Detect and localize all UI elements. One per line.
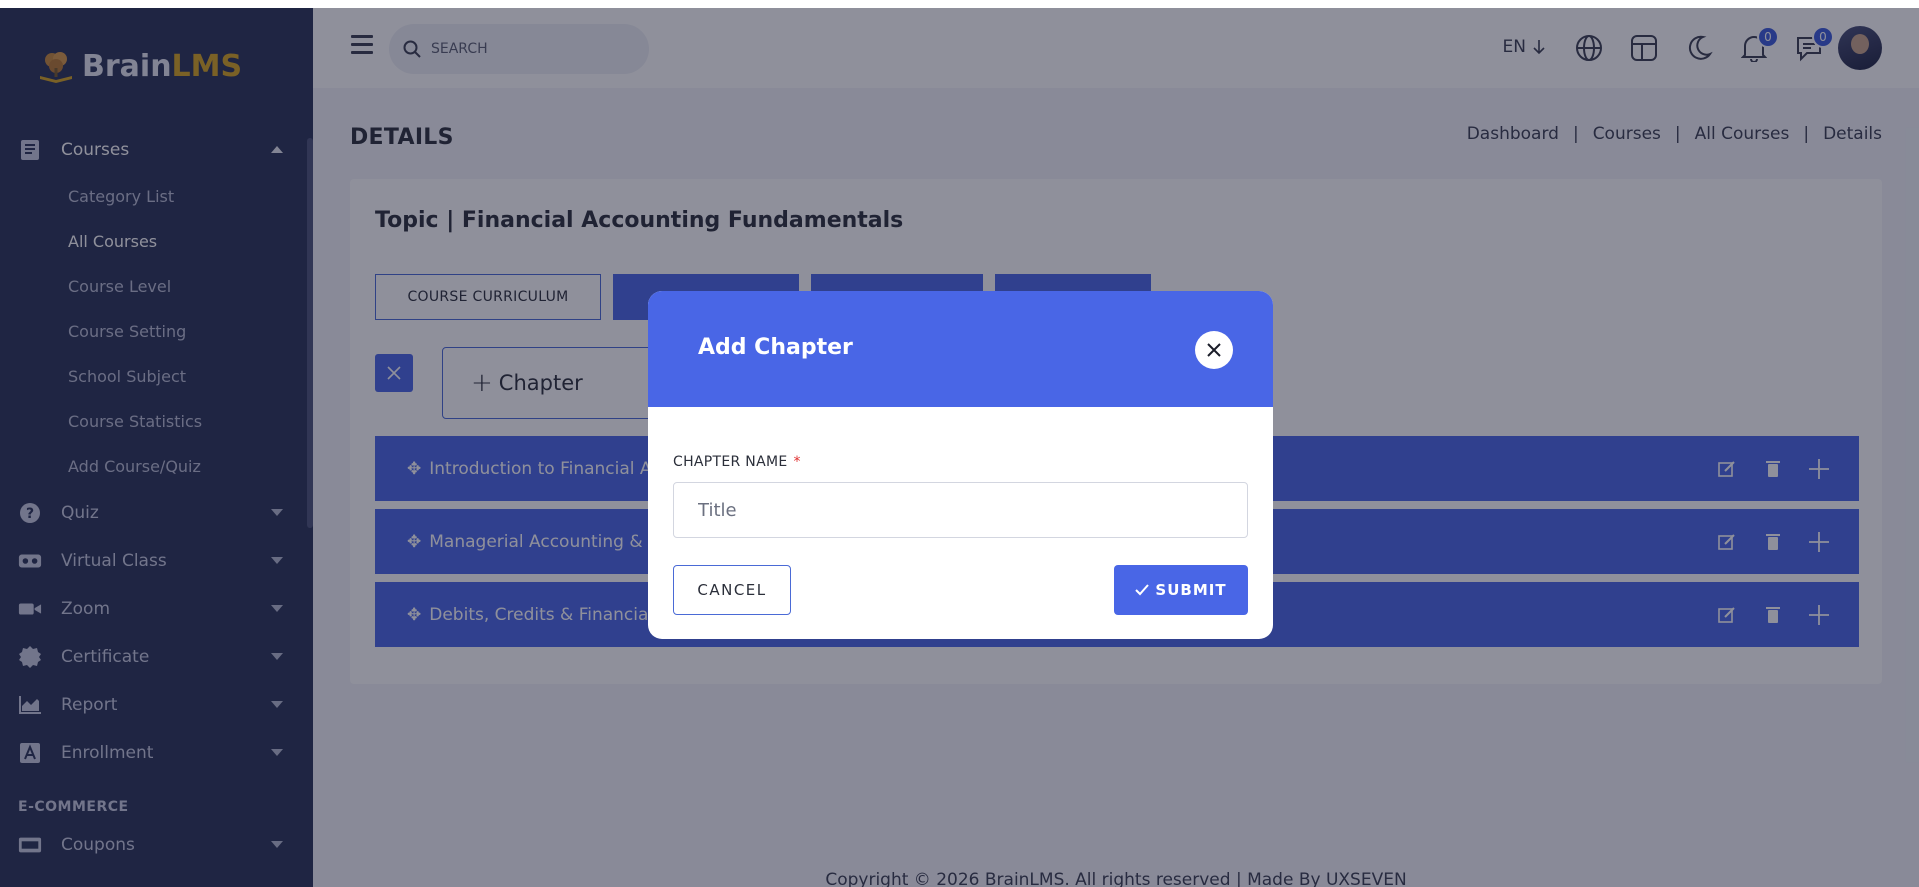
chapter-name-label: CHAPTER NAME *	[673, 454, 801, 470]
submit-button[interactable]: SUBMIT	[1114, 565, 1248, 615]
add-chapter-modal: Add Chapter CHAPTER NAME* CANCEL SUBMIT	[648, 291, 1273, 639]
cancel-button[interactable]: CANCEL	[673, 565, 791, 615]
close-icon	[1207, 343, 1221, 357]
top-strip	[0, 0, 1919, 8]
check-icon	[1135, 584, 1150, 596]
modal-header: Add Chapter	[648, 291, 1273, 407]
modal-close-button[interactable]	[1195, 331, 1233, 369]
modal-title: Add Chapter	[698, 335, 853, 360]
submit-label: SUBMIT	[1155, 581, 1227, 599]
required-mark: *	[793, 454, 801, 470]
chapter-name-input[interactable]	[673, 482, 1248, 538]
